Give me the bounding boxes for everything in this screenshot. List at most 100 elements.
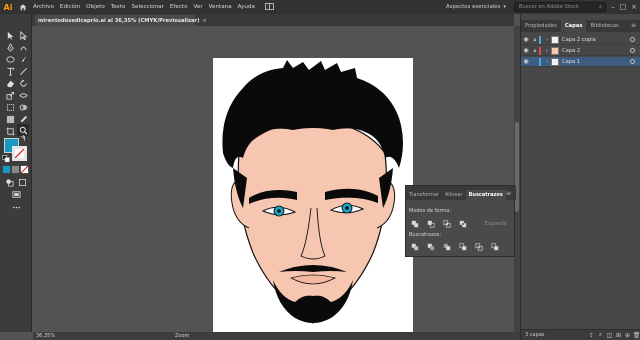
new-sublayer-icon[interactable]: ⊞ <box>614 332 623 339</box>
pathfinder-tabs: Transformar Alinear Buscatrazos <box>406 190 516 200</box>
eye-icon[interactable]: ◉ <box>521 47 531 54</box>
intersect-icon[interactable] <box>442 219 452 228</box>
chevron-right-icon[interactable]: › <box>543 48 551 54</box>
eye-icon[interactable]: ◉ <box>521 36 531 43</box>
menu-efecto[interactable]: Efecto <box>167 4 191 10</box>
menu-ventana[interactable]: Ventana <box>206 4 235 10</box>
trim-icon[interactable] <box>426 242 436 251</box>
unite-icon[interactable] <box>410 219 420 228</box>
target-icon[interactable] <box>630 37 635 42</box>
delete-icon[interactable]: 🗑︎ <box>632 332 640 339</box>
tab-transformar[interactable]: Transformar <box>406 190 442 200</box>
menu-seleccionar[interactable]: Seleccionar <box>128 4 166 10</box>
menu-texto[interactable]: Texto <box>108 4 129 10</box>
minimize-button[interactable]: – <box>608 1 618 13</box>
pen-tool-icon[interactable] <box>4 42 16 53</box>
layer-row[interactable]: ◉ 🔒︎ › Capa 2 <box>521 46 640 56</box>
line-tool-icon[interactable] <box>17 66 29 77</box>
expand-button[interactable]: Expandir <box>482 219 510 228</box>
maximize-button[interactable]: □ <box>618 1 628 13</box>
status-bar: 36,35% Zoom <box>33 332 520 340</box>
layer-name[interactable]: Capa 2 <box>562 48 580 54</box>
tab-buscatrazos[interactable]: Buscatrazos <box>465 190 506 200</box>
clipping-mask-icon[interactable]: ◫ <box>605 332 614 339</box>
tab-alinear[interactable]: Alinear <box>442 190 466 200</box>
type-tool-icon[interactable] <box>4 66 16 77</box>
document-tab[interactable]: mirentodosedicaprio.ai al 36,35% (CMYK/P… <box>35 15 207 26</box>
crop-icon[interactable] <box>458 242 468 251</box>
layer-color-swatch <box>539 46 541 55</box>
layer-name[interactable]: Capa 1 <box>562 59 580 65</box>
panel-menu-icon[interactable]: ≡ <box>631 22 636 29</box>
layer-color-swatch <box>539 57 541 66</box>
curvature-tool-icon[interactable] <box>17 42 29 53</box>
layer-row-selected[interactable]: ◉ › Capa 1 <box>521 57 640 67</box>
gradient-tool-icon[interactable] <box>4 114 16 125</box>
locate-object-icon[interactable]: ⌕ <box>596 331 605 339</box>
tab-propiedades[interactable]: Propiedades <box>521 20 561 32</box>
scale-tool-icon[interactable] <box>4 90 16 101</box>
paintbrush-tool-icon[interactable] <box>17 54 29 65</box>
minus-front-icon[interactable] <box>426 219 436 228</box>
chevron-right-icon[interactable]: › <box>543 37 551 43</box>
document-tab-title: mirentodosedicaprio.ai al 36,35% (CMYK/P… <box>38 17 200 24</box>
gradient-mode-icon[interactable] <box>11 165 20 174</box>
default-colors-icon[interactable] <box>2 154 10 162</box>
drawing-behind-icon[interactable] <box>16 177 28 188</box>
menu-archivo[interactable]: Archivo <box>30 4 57 10</box>
layer-name[interactable]: Capa 2 copia <box>562 37 596 43</box>
direct-selection-tool-icon[interactable] <box>17 30 29 41</box>
selection-tool-icon[interactable] <box>4 30 16 41</box>
zoom-level[interactable]: 36,35% <box>36 333 55 339</box>
menu-objeto[interactable]: Objeto <box>83 4 108 10</box>
minus-back-icon[interactable] <box>490 242 500 251</box>
merge-icon[interactable] <box>442 242 452 251</box>
artboard[interactable] <box>213 58 413 340</box>
new-layer-icon[interactable]: ⊕ <box>623 332 632 339</box>
tab-capas[interactable]: Capas <box>560 20 587 32</box>
menu-ayuda[interactable]: Ayuda <box>235 4 258 10</box>
stock-search-placeholder: Buscar en Adobe Stock <box>519 4 579 10</box>
menu-edicion[interactable]: Edición <box>57 4 83 10</box>
workspace-switcher[interactable]: Aspectos esenciales ▾ <box>446 2 512 12</box>
home-icon[interactable] <box>16 0 30 14</box>
divide-icon[interactable] <box>410 242 420 251</box>
lock-icon[interactable]: 🔒︎ <box>531 48 539 54</box>
layer-thumbnail <box>551 46 559 55</box>
width-tool-icon[interactable] <box>17 90 29 101</box>
eraser-tool-icon[interactable] <box>4 78 16 89</box>
artboard-tool-icon[interactable] <box>4 126 16 137</box>
drawing-modes-icon[interactable] <box>3 177 15 188</box>
free-transform-tool-icon[interactable] <box>4 102 16 113</box>
screen-mode-icon[interactable] <box>10 189 22 200</box>
export-icon[interactable]: ⇪ <box>587 332 596 339</box>
app-logo: Ai <box>3 2 13 12</box>
arrange-docs-icon[interactable] <box>262 2 277 12</box>
eye-icon[interactable]: ◉ <box>521 58 531 65</box>
target-icon[interactable] <box>630 48 635 53</box>
color-mode-icon[interactable] <box>2 165 11 174</box>
ellipse-tool-icon[interactable] <box>4 54 16 65</box>
outline-icon[interactable] <box>474 242 484 251</box>
shape-builder-tool-icon[interactable] <box>17 102 29 113</box>
tab-bibliotecas[interactable]: Bibliotecas <box>586 20 622 32</box>
target-icon[interactable] <box>630 59 635 64</box>
swap-colors-icon[interactable] <box>19 135 27 142</box>
rotate-tool-icon[interactable] <box>17 78 29 89</box>
status-label[interactable]: Zoom <box>175 333 189 339</box>
none-mode-icon[interactable] <box>20 165 29 174</box>
stroke-color-swatch[interactable] <box>12 146 27 161</box>
lock-icon[interactable]: 🔒︎ <box>531 37 539 43</box>
exclude-icon[interactable] <box>458 219 468 228</box>
more-tools-icon[interactable] <box>10 202 22 213</box>
chevron-right-icon[interactable]: › <box>543 59 551 65</box>
stock-search-input[interactable]: Buscar en Adobe Stock ⌕ <box>514 2 606 12</box>
close-icon[interactable]: × <box>202 18 206 24</box>
layer-row[interactable]: ◉ 🔒︎ › Capa 2 copia <box>521 35 640 45</box>
tools-panel <box>0 14 32 332</box>
canvas-area[interactable] <box>33 26 513 340</box>
close-window-button[interactable]: × <box>629 1 639 13</box>
layer-thumbnail <box>551 35 559 44</box>
panel-menu-icon[interactable]: ≡ <box>506 190 511 197</box>
menu-ver[interactable]: Ver <box>191 4 206 10</box>
